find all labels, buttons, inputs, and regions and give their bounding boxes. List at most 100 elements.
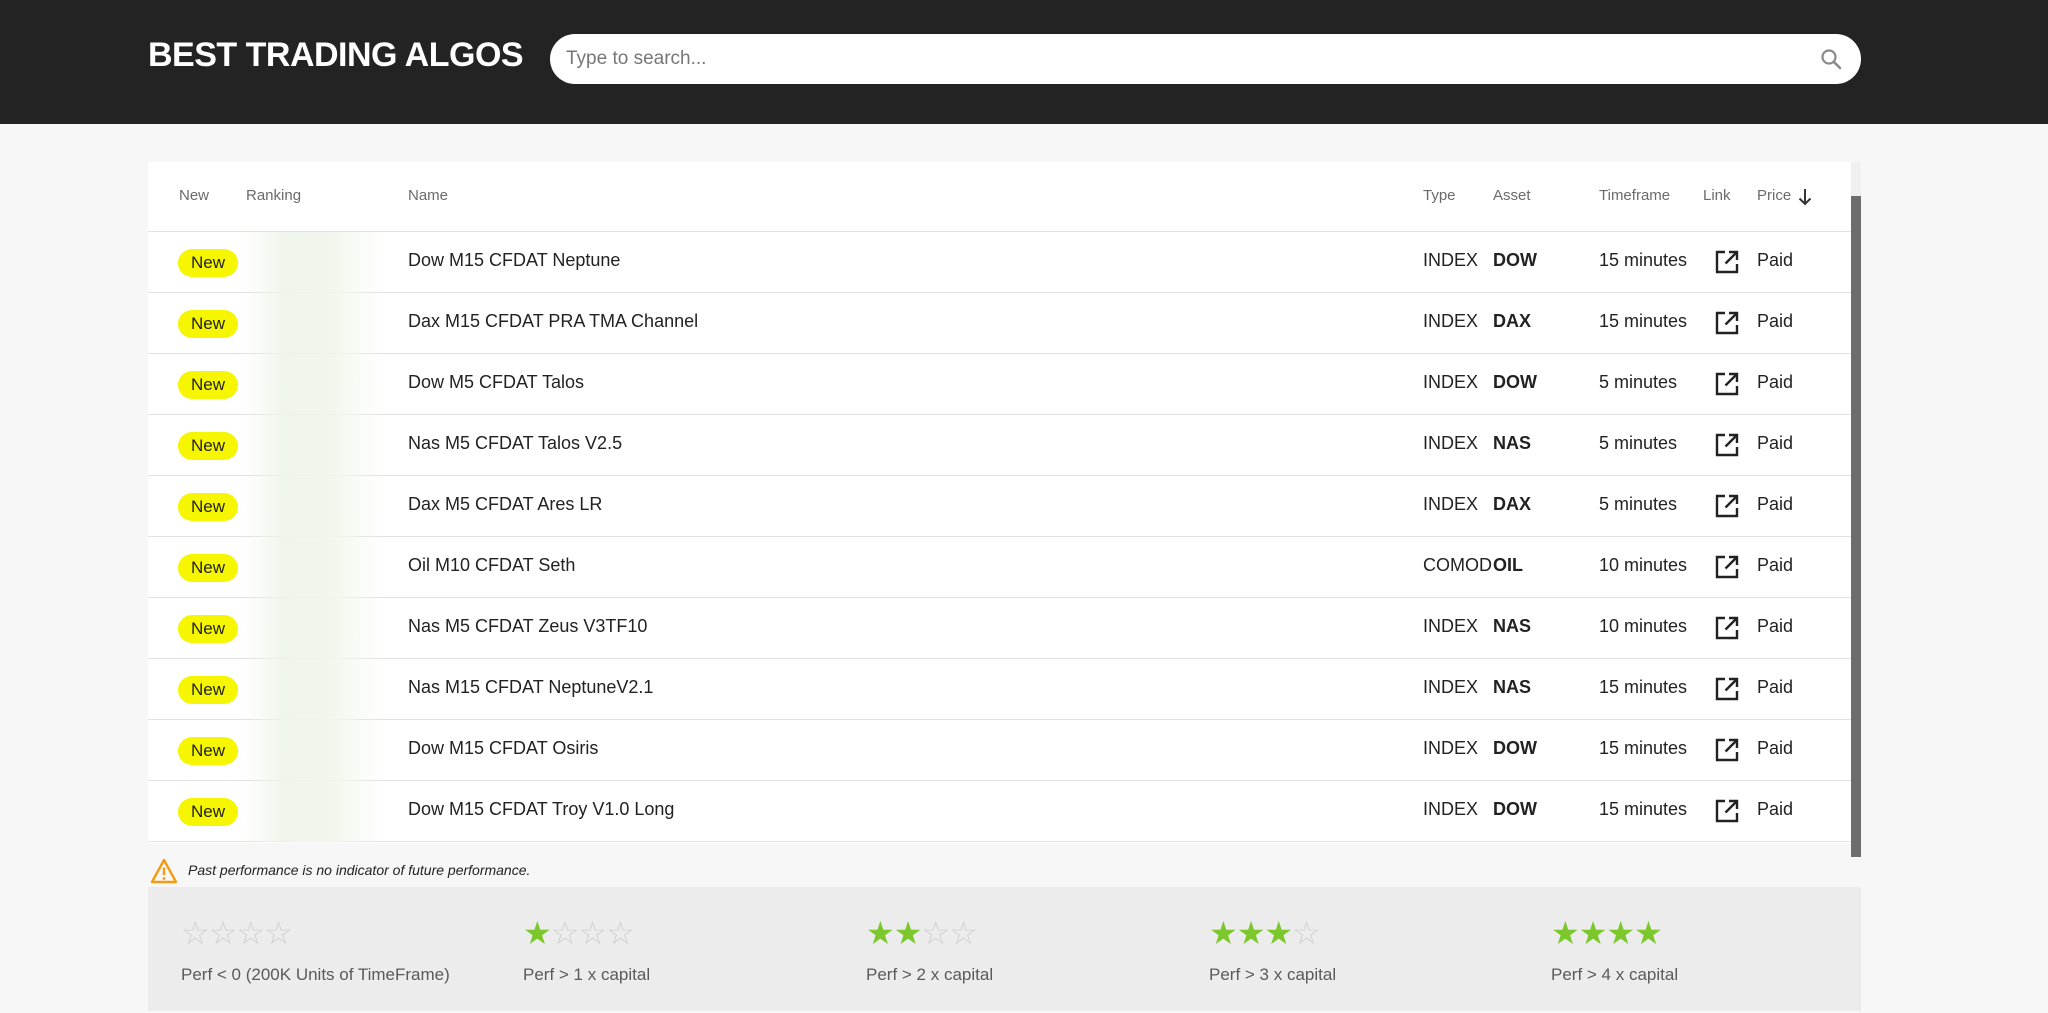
star-empty-icon: ☆	[208, 915, 238, 951]
external-link-icon[interactable]	[1714, 371, 1740, 397]
external-link-icon[interactable]	[1714, 493, 1740, 519]
search-icon[interactable]	[1819, 47, 1843, 71]
table-row[interactable]: New Dow M15 CFDAT Neptune INDEX DOW 15 minut…	[148, 232, 1851, 293]
external-link-icon[interactable]	[1714, 554, 1740, 580]
cell-price: Paid	[1757, 799, 1794, 819]
new-badge: New	[178, 310, 238, 338]
cell-type: INDEX	[1423, 799, 1479, 819]
table-row[interactable]: New Dax M5 CFDAT Ares LR INDEX DAX 5 minutes…	[148, 476, 1851, 537]
star-empty-icon: ☆	[578, 915, 607, 951]
table-row[interactable]: New Nas M15 CFDAT NeptuneV2.1 INDEX NAS 15 m…	[148, 659, 1851, 720]
legend-item: ★★★☆ Perf > 3 x capital	[1209, 917, 1336, 985]
star-filled-icon: ★	[1236, 915, 1266, 951]
cell-asset: DOW	[1493, 799, 1537, 819]
star-empty-icon: ☆	[921, 915, 950, 951]
new-badge: New	[178, 493, 238, 521]
ranking-blurred	[244, 293, 382, 354]
cell-timeframe: 15 minutes	[1599, 738, 1688, 758]
cell-name[interactable]: Dow M5 CFDAT Talos	[408, 372, 584, 393]
cell-timeframe: 5 minutes	[1599, 494, 1678, 514]
cell-price: Paid	[1757, 250, 1794, 270]
search-input[interactable]	[566, 34, 1786, 84]
cell-type: INDEX	[1423, 250, 1479, 270]
ranking-blurred	[244, 598, 382, 659]
cell-timeframe: 5 minutes	[1599, 433, 1678, 453]
cell-name[interactable]: Nas M5 CFDAT Zeus V3TF10	[408, 616, 647, 637]
ranking-blurred	[244, 354, 382, 415]
arrow-down-icon[interactable]	[1797, 187, 1813, 207]
column-header-timeframe[interactable]: Timeframe	[1599, 187, 1670, 204]
table-scrollbar[interactable]	[1851, 162, 1861, 857]
cell-name[interactable]: Dax M5 CFDAT Ares LR	[408, 494, 602, 515]
rating-legend: ☆☆☆☆ Perf < 0 (200K Units of TimeFrame) ★☆…	[148, 887, 1861, 1011]
cell-name[interactable]: Nas M15 CFDAT NeptuneV2.1	[408, 677, 653, 698]
column-header-link[interactable]: Link	[1703, 187, 1731, 204]
external-link-icon[interactable]	[1714, 249, 1740, 275]
search-box[interactable]	[550, 34, 1861, 84]
external-link-icon[interactable]	[1714, 615, 1740, 641]
cell-name[interactable]: Dow M15 CFDAT Neptune	[408, 250, 620, 271]
cell-asset: DOW	[1493, 372, 1537, 392]
column-header-price[interactable]: Price	[1757, 187, 1791, 204]
cell-price: Paid	[1757, 677, 1794, 697]
disclaimer-bar: Past performance is no indicator of futu…	[148, 857, 1861, 885]
cell-asset: NAS	[1493, 433, 1532, 453]
star-filled-icon: ★	[1606, 915, 1635, 951]
cell-name[interactable]: Oil M10 CFDAT Seth	[408, 555, 575, 576]
legend-label: Perf > 1 x capital	[523, 965, 651, 984]
column-header-name[interactable]: Name	[408, 187, 448, 204]
cell-timeframe: 10 minutes	[1599, 616, 1688, 636]
star-filled-icon: ★	[893, 915, 923, 951]
algos-table: New Ranking Name Type Asset Timeframe Li…	[148, 162, 1851, 843]
legend-item: ★★☆☆ Perf > 2 x capital	[866, 917, 993, 985]
column-header-asset[interactable]: Asset	[1493, 187, 1531, 204]
column-header-ranking[interactable]: Ranking	[246, 187, 301, 204]
table-row[interactable]: New Dow M15 CFDAT Troy V1.0 Long INDEX DOW 1…	[148, 781, 1851, 842]
external-link-icon[interactable]	[1714, 798, 1740, 824]
site-title[interactable]: BEST TRADING ALGOS	[148, 36, 524, 75]
star-rating: ★★★★	[1551, 917, 1678, 949]
ranking-blurred	[244, 232, 382, 293]
cell-price: Paid	[1757, 494, 1794, 514]
star-filled-icon: ★	[866, 915, 895, 951]
ranking-blurred	[244, 476, 382, 537]
table-row[interactable]: New Dax M15 CFDAT PRA TMA Channel INDEX DAX…	[148, 293, 1851, 354]
star-filled-icon: ★	[1264, 915, 1293, 951]
cell-name[interactable]: Dow M15 CFDAT Osiris	[408, 738, 598, 759]
new-badge: New	[178, 737, 238, 765]
external-link-icon[interactable]	[1714, 432, 1740, 458]
cell-timeframe: 15 minutes	[1599, 677, 1688, 697]
cell-type: INDEX	[1423, 738, 1479, 758]
external-link-icon[interactable]	[1714, 737, 1740, 763]
column-header-new[interactable]: New	[179, 187, 209, 204]
cell-price: Paid	[1757, 372, 1794, 392]
table-row[interactable]: New Nas M5 CFDAT Talos V2.5 INDEX NAS 5 minu…	[148, 415, 1851, 476]
table-row[interactable]: New Dow M5 CFDAT Talos INDEX DOW 5 minutes Pa…	[148, 354, 1851, 415]
new-badge: New	[178, 798, 238, 826]
cell-price: Paid	[1757, 738, 1794, 758]
cell-type: INDEX	[1423, 311, 1479, 331]
cell-price: Paid	[1757, 555, 1794, 575]
star-empty-icon: ☆	[1292, 915, 1321, 951]
star-empty-icon: ☆	[264, 915, 293, 951]
table-row[interactable]: New Nas M5 CFDAT Zeus V3TF10 INDEX NAS 10 mi…	[148, 598, 1851, 659]
column-header-type[interactable]: Type	[1423, 187, 1456, 204]
table-row[interactable]: New Dow M15 CFDAT Osiris INDEX DOW 15 minute…	[148, 720, 1851, 781]
table-row[interactable]: New Oil M10 CFDAT Seth COMOD OIL 10 minutes P…	[148, 537, 1851, 598]
cell-asset: NAS	[1493, 616, 1532, 636]
external-link-icon[interactable]	[1714, 310, 1740, 336]
new-badge: New	[178, 432, 238, 460]
legend-label: Perf > 2 x capital	[866, 965, 994, 984]
cell-asset: DAX	[1493, 494, 1532, 514]
cell-name[interactable]: Dax M15 CFDAT PRA TMA Channel	[408, 311, 698, 332]
new-badge: New	[178, 676, 238, 704]
scrollbar-thumb[interactable]	[1851, 196, 1861, 857]
cell-name[interactable]: Nas M5 CFDAT Talos V2.5	[408, 433, 622, 454]
cell-type: COMOD	[1423, 555, 1492, 575]
external-link-icon[interactable]	[1714, 676, 1740, 702]
cell-timeframe: 5 minutes	[1599, 372, 1678, 392]
cell-asset: DAX	[1493, 311, 1532, 331]
cell-name[interactable]: Dow M15 CFDAT Troy V1.0 Long	[408, 799, 674, 820]
cell-type: INDEX	[1423, 677, 1479, 697]
ranking-blurred	[244, 781, 382, 842]
